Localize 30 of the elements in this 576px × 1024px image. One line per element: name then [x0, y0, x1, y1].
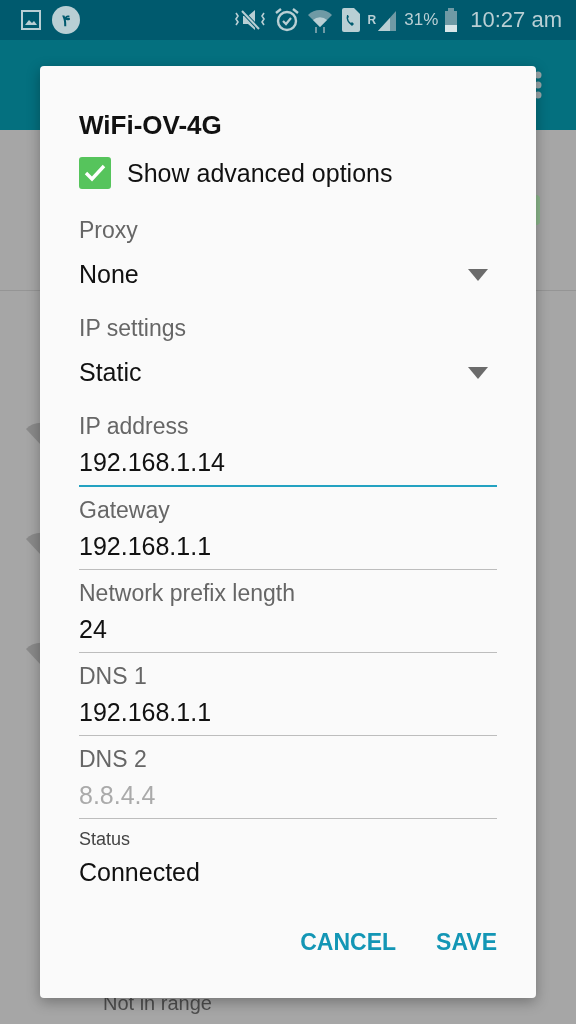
gallery-icon	[20, 9, 42, 31]
field-label: Network prefix length	[79, 579, 297, 607]
input-field[interactable]: 8.8.4.4	[79, 773, 497, 819]
dropdown-arrow-icon	[468, 268, 488, 281]
input-field[interactable]: 192.168.1.14	[79, 440, 497, 487]
battery-icon	[444, 7, 459, 33]
alarm-icon	[273, 7, 300, 33]
field-label: Proxy	[79, 216, 139, 244]
field-label: DNS 2	[79, 745, 148, 773]
input-field[interactable]: 24	[79, 607, 497, 653]
dialog-title: WiFi-OV-4G	[79, 110, 223, 141]
field-label: Gateway	[79, 496, 171, 524]
clock: 10:27 am	[470, 7, 562, 33]
input-field[interactable]: 192.168.1.1	[79, 690, 497, 736]
status-label: Status	[79, 828, 132, 850]
status-value: Connected	[79, 858, 201, 887]
field-label: DNS 1	[79, 662, 148, 690]
field-label: IP address	[79, 412, 190, 440]
dropdown[interactable]: Static	[79, 342, 497, 405]
field-label: IP settings	[79, 314, 187, 342]
battery-percent: 31%	[404, 10, 439, 30]
checkbox-label: Show advanced options	[127, 158, 393, 188]
phone-sim-icon	[339, 7, 362, 33]
notification-badge: ۴	[52, 6, 80, 34]
roaming-indicator: R	[367, 13, 377, 27]
checkbox[interactable]	[79, 157, 111, 189]
dropdown[interactable]: None	[79, 244, 497, 307]
check-icon	[84, 164, 106, 182]
dropdown-arrow-icon	[468, 366, 488, 379]
input-field[interactable]: 192.168.1.1	[79, 524, 497, 570]
